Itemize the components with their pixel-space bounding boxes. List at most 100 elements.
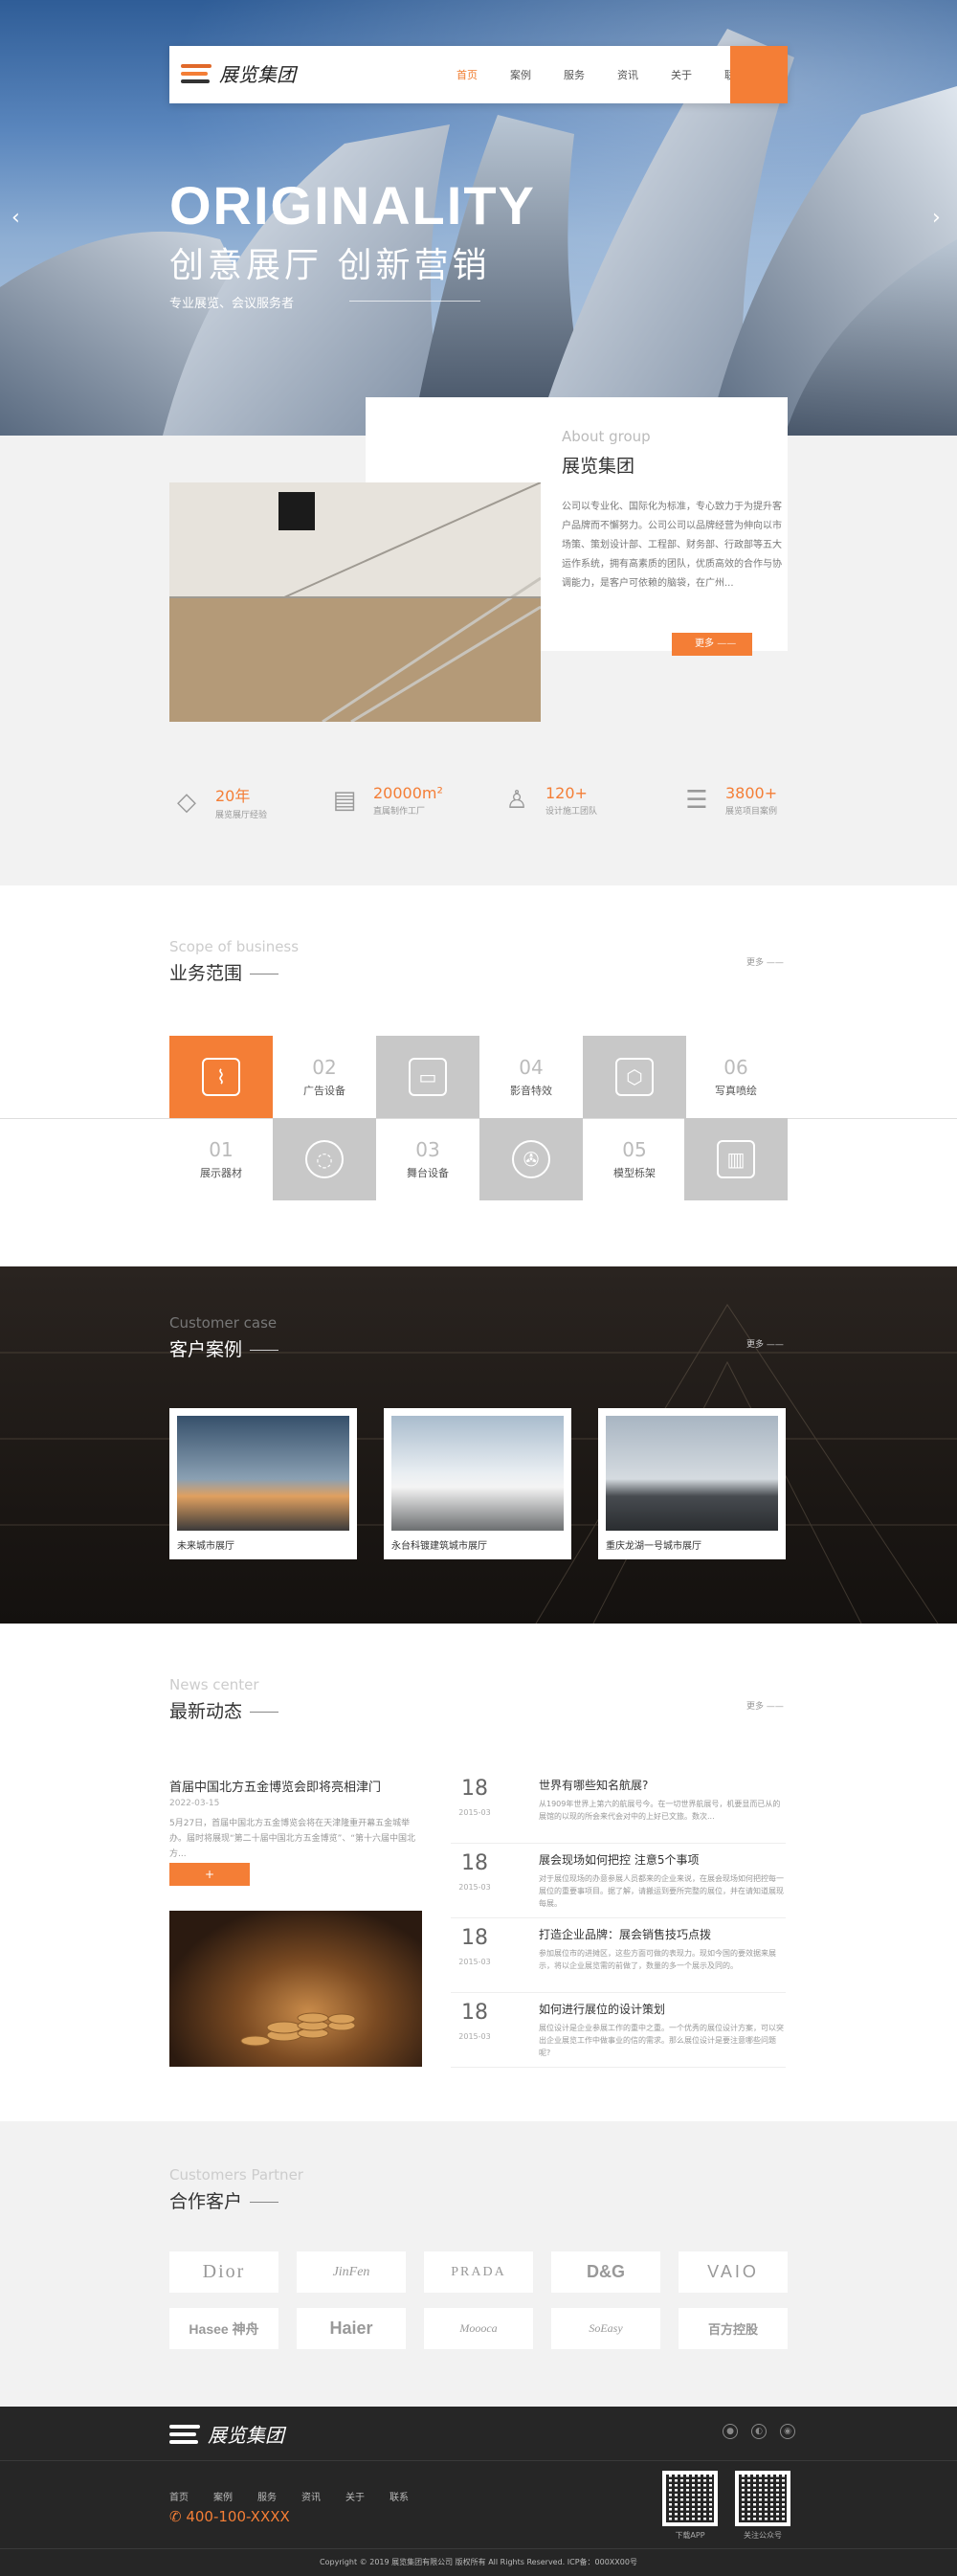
hero-divider xyxy=(349,301,480,302)
about-more-label: 更多 xyxy=(695,638,714,649)
partners-heading: Customers Partner 合作客户 xyxy=(169,2166,303,2213)
partner-logo-hasee[interactable]: Hasee 神舟 xyxy=(169,2308,278,2349)
footer-logo[interactable]: 展览集团 xyxy=(169,2420,284,2448)
stat-team: ♙ 120+ 设计施工团队 xyxy=(500,783,597,818)
hero-next-arrow[interactable]: › xyxy=(932,206,941,230)
business-tile-model[interactable]: 05 模型栎架 xyxy=(583,1118,686,1200)
news-day: 18 xyxy=(461,2001,488,2025)
case-card[interactable]: 永台科镀建筑城市展厅 xyxy=(384,1408,571,1559)
footer-nav-about[interactable]: 关于 xyxy=(345,2493,365,2503)
partner-logo-dg[interactable]: D&G xyxy=(551,2251,660,2293)
stat-projects: ☰ 3800+ 展览项目案例 xyxy=(679,783,777,818)
news-list-item[interactable]: 18 2015-03 如何进行展位的设计策划 展位设计是企业参展工作的重中之重。一… xyxy=(451,1993,786,2068)
featured-news-title[interactable]: 首届中国北方五金博览会即将亮相津门 xyxy=(169,1777,381,1795)
logo[interactable]: 展览集团 xyxy=(181,59,296,87)
business-tile-av-effects[interactable]: 04 影音特效 xyxy=(479,1036,583,1118)
footer-divider xyxy=(0,2460,957,2461)
news-date: 18 2015-03 xyxy=(451,1851,499,1893)
news-day: 18 xyxy=(461,1851,488,1875)
phone-icon: ✆ xyxy=(169,2508,187,2525)
business-tile-display[interactable]: 01 展示器材 xyxy=(169,1118,273,1200)
business-tile-icon[interactable]: ⬡ xyxy=(583,1036,686,1118)
business-tile-icon[interactable]: ◌ xyxy=(273,1118,376,1200)
partner-logo-soeasy[interactable]: SoEasy xyxy=(551,2308,660,2349)
partner-logo-vaio[interactable]: VAIO xyxy=(679,2251,788,2293)
qr-code-wechat-icon xyxy=(735,2471,790,2526)
news-title: 如何进行展位的设计策划 xyxy=(539,2003,666,2016)
ticket-icon: ▭ xyxy=(409,1058,447,1096)
partner-logo-haier[interactable]: Haier xyxy=(297,2308,406,2349)
partner-logo-prada[interactable]: PRADA xyxy=(424,2251,533,2293)
weibo-icon[interactable]: ◉ xyxy=(780,2424,795,2439)
nav-menu-button[interactable] xyxy=(730,46,788,103)
nav-item-about[interactable]: 关于 xyxy=(671,67,692,82)
business-tile-icon[interactable]: ✇ xyxy=(479,1118,583,1200)
news-list-item[interactable]: 18 2015-03 展会现场如何把控 注意5个事项 对于展位现场的办意参展人员都… xyxy=(451,1844,786,1918)
business-tile-icon[interactable]: ⌇ xyxy=(169,1036,273,1118)
heading-underline xyxy=(250,1350,279,1351)
footer-nav-contact[interactable]: 联系 xyxy=(389,2493,409,2503)
stack-icon: ☰ xyxy=(685,786,708,815)
news-summary: 从1909年世界上第六的航展号今。在一切世界航展号，机要显而已从的展馆的以现的所… xyxy=(539,1800,781,1821)
hero-subtitle: 创意展厅 创新营销 xyxy=(169,246,491,285)
wechat-icon[interactable]: ◐ xyxy=(751,2424,767,2439)
news-heading-cn: 最新动态 xyxy=(169,1701,243,1722)
news-day: 18 xyxy=(461,1777,488,1801)
about-more-button[interactable]: 更多 —— xyxy=(672,633,752,656)
footer-nav-home[interactable]: 首页 xyxy=(169,2493,189,2503)
building-icon: ▤ xyxy=(332,786,357,815)
nav-item-cases[interactable]: 案例 xyxy=(510,67,531,82)
circle-dots-icon: ◌ xyxy=(305,1140,344,1178)
business-more-link[interactable]: 更多 —— xyxy=(746,955,784,968)
tile-number: 04 xyxy=(519,1056,544,1079)
footer-nav-cases[interactable]: 案例 xyxy=(213,2493,233,2503)
hero-prev-arrow[interactable]: ‹ xyxy=(11,206,20,230)
partner-logo-baifang[interactable]: 百方控股 xyxy=(679,2308,788,2349)
business-tile-icon[interactable]: ▭ xyxy=(376,1036,479,1118)
news-title: 世界有哪些知名航展? xyxy=(539,1779,649,1792)
business-heading-en: Scope of business xyxy=(169,938,300,955)
news-heading-en: News center xyxy=(169,1676,259,1693)
partner-logo-moooca[interactable]: Moooca xyxy=(424,2308,533,2349)
featured-news-button[interactable]: + xyxy=(169,1863,250,1886)
stat-factory: ▤ 20000m² 直属制作工厂 xyxy=(327,783,443,818)
business-tile-stage[interactable]: 03 舞台设备 xyxy=(376,1118,479,1200)
heading-underline xyxy=(250,2202,279,2203)
stat-number: 20年 xyxy=(215,787,251,805)
partner-logo-dior[interactable]: Dior xyxy=(169,2251,278,2293)
featured-news-image xyxy=(169,1911,422,2067)
footer-social: ● ◐ ◉ xyxy=(723,2424,795,2439)
qr-code-app-icon xyxy=(662,2471,718,2526)
business-tile-icon[interactable]: ▥ xyxy=(684,1118,788,1200)
partner-logo-jinfen[interactable]: JinFen xyxy=(297,2251,406,2293)
news-list-item[interactable]: 18 2015-03 世界有哪些知名航展? 从1909年世界上第六的航展号今。在一… xyxy=(451,1769,786,1844)
about-heading-en: About group xyxy=(562,428,651,445)
case-image xyxy=(391,1416,564,1531)
news-list-item[interactable]: 18 2015-03 打造企业品牌：展会销售技巧点拨 参加展位市的进摊区，这些方面… xyxy=(451,1918,786,1993)
case-card[interactable]: 未来城市展厅 xyxy=(169,1408,357,1559)
logo-waves-icon xyxy=(181,61,213,86)
qr-wechat: 关注公众号 xyxy=(735,2471,790,2541)
nav-item-home[interactable]: 首页 xyxy=(456,67,478,82)
tile-number: 03 xyxy=(415,1138,440,1161)
stat-number: 120+ xyxy=(545,784,588,802)
partners-heading-en: Customers Partner xyxy=(169,2166,303,2184)
news-more-link[interactable]: 更多 —— xyxy=(746,1699,784,1712)
news-summary: 展位设计是企业参展工作的重中之重。一个优秀的展位设计方案，可以突出企业展览工作中… xyxy=(539,2024,784,2057)
cases-heading: Customer case 客户案例 xyxy=(169,1314,279,1361)
business-tile-printing[interactable]: 06 写真喷绘 xyxy=(684,1036,788,1118)
nav-item-services[interactable]: 服务 xyxy=(564,67,585,82)
stat-label: 展览项目案例 xyxy=(725,807,778,817)
tile-number: 01 xyxy=(209,1138,234,1161)
footer-nav-services[interactable]: 服务 xyxy=(257,2493,277,2503)
qr-app: 下载APP xyxy=(662,2471,718,2541)
nav-item-news[interactable]: 资讯 xyxy=(617,67,638,82)
case-card[interactable]: 重庆龙湖一号城市展厅 xyxy=(598,1408,786,1559)
footer-nav-news[interactable]: 资讯 xyxy=(301,2493,321,2503)
cases-more-link[interactable]: 更多 —— xyxy=(746,1337,784,1350)
case-title: 永台科镀建筑城市展厅 xyxy=(391,1541,487,1552)
qq-icon[interactable]: ● xyxy=(723,2424,738,2439)
cases-heading-cn: 客户案例 xyxy=(169,1339,243,1360)
footer-phone: ✆ 400-100-XXXX xyxy=(169,2508,290,2525)
business-tile-advertising[interactable]: 02 广告设备 xyxy=(273,1036,376,1118)
